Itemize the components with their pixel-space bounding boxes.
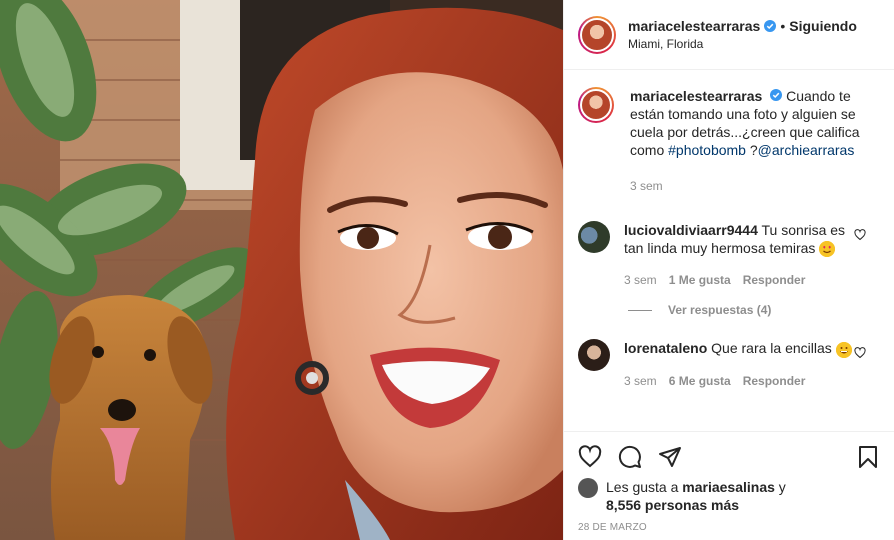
comments-list[interactable]: mariacelestearraras Cuando te están toma…: [564, 71, 894, 431]
comment-likes[interactable]: 1 Me gusta: [669, 271, 731, 289]
liker-username[interactable]: mariaesalinas: [682, 479, 775, 495]
likes-summary: Les gusta a mariaesalinas y 8,556 person…: [578, 478, 880, 514]
caption-username[interactable]: mariacelestearraras: [630, 88, 762, 104]
instagram-post: mariacelestearraras • Siguiendo Miami, F…: [0, 0, 894, 540]
bookmark-icon: [859, 446, 877, 468]
commenter-username[interactable]: lorenataleno: [624, 340, 707, 356]
heart-icon: [578, 445, 602, 468]
share-icon: [659, 447, 681, 467]
commenter-avatar[interactable]: [578, 339, 610, 372]
post-photo[interactable]: [0, 0, 563, 540]
location-link[interactable]: Miami, Florida: [628, 37, 857, 51]
post-side-panel: mariacelestearraras • Siguiendo Miami, F…: [563, 0, 894, 540]
view-replies-label: Ver respuestas (4): [668, 303, 772, 318]
liker-avatar[interactable]: [578, 478, 598, 498]
comment-button[interactable]: [618, 445, 642, 469]
hashtag-link[interactable]: #photobomb: [668, 142, 746, 158]
comment-time[interactable]: 3 sem: [624, 271, 657, 289]
comment-item: lorenataleno Que rara la encillas 3 sem …: [578, 339, 880, 389]
likes-prefix: Les gusta a: [606, 479, 683, 495]
author-avatar[interactable]: [578, 15, 616, 54]
likes-count-link[interactable]: 8,556 personas más: [606, 497, 739, 513]
reply-button[interactable]: Responder: [743, 271, 806, 289]
verified-icon: [770, 89, 783, 101]
share-button[interactable]: [658, 445, 682, 469]
comment-time[interactable]: 3 sem: [624, 372, 657, 390]
caption-text-mid: ?: [745, 142, 758, 158]
separator-dot: •: [780, 18, 786, 34]
like-button[interactable]: [578, 445, 602, 469]
commenter-username[interactable]: luciovaldiviaarr9444: [624, 222, 758, 238]
save-button[interactable]: [856, 445, 880, 469]
heart-eyes-emoji: [819, 241, 836, 258]
post-actions: Les gusta a mariaesalinas y 8,556 person…: [564, 431, 894, 533]
commenter-avatar[interactable]: [578, 221, 610, 253]
verified-icon: [764, 20, 777, 32]
mention-link[interactable]: @archiearraras: [758, 142, 855, 158]
author-username[interactable]: mariacelestearraras: [628, 18, 760, 34]
grinning-emoji: [835, 341, 852, 358]
post-header: mariacelestearraras • Siguiendo Miami, F…: [564, 0, 894, 70]
view-replies-button[interactable]: Ver respuestas (4): [628, 303, 880, 317]
likes-suffix: y: [774, 479, 786, 495]
caption-avatar[interactable]: [578, 87, 614, 123]
selfie-photo-image: [0, 0, 563, 540]
heart-icon[interactable]: [854, 229, 866, 241]
comment-icon: [618, 445, 641, 468]
caption-time[interactable]: 3 sem: [630, 177, 663, 195]
heart-icon[interactable]: [854, 347, 866, 359]
comment-text: Que rara la encillas: [711, 340, 832, 357]
comment-likes[interactable]: 6 Me gusta: [669, 372, 731, 390]
reply-button[interactable]: Responder: [743, 372, 806, 390]
caption: mariacelestearraras Cuando te están toma…: [578, 87, 880, 195]
post-date[interactable]: 28 DE MARZO: [578, 522, 880, 533]
following-button[interactable]: Siguiendo: [789, 18, 857, 34]
comment-item: luciovaldiviaarr9444 Tu sonrisa es tan l…: [578, 221, 880, 289]
